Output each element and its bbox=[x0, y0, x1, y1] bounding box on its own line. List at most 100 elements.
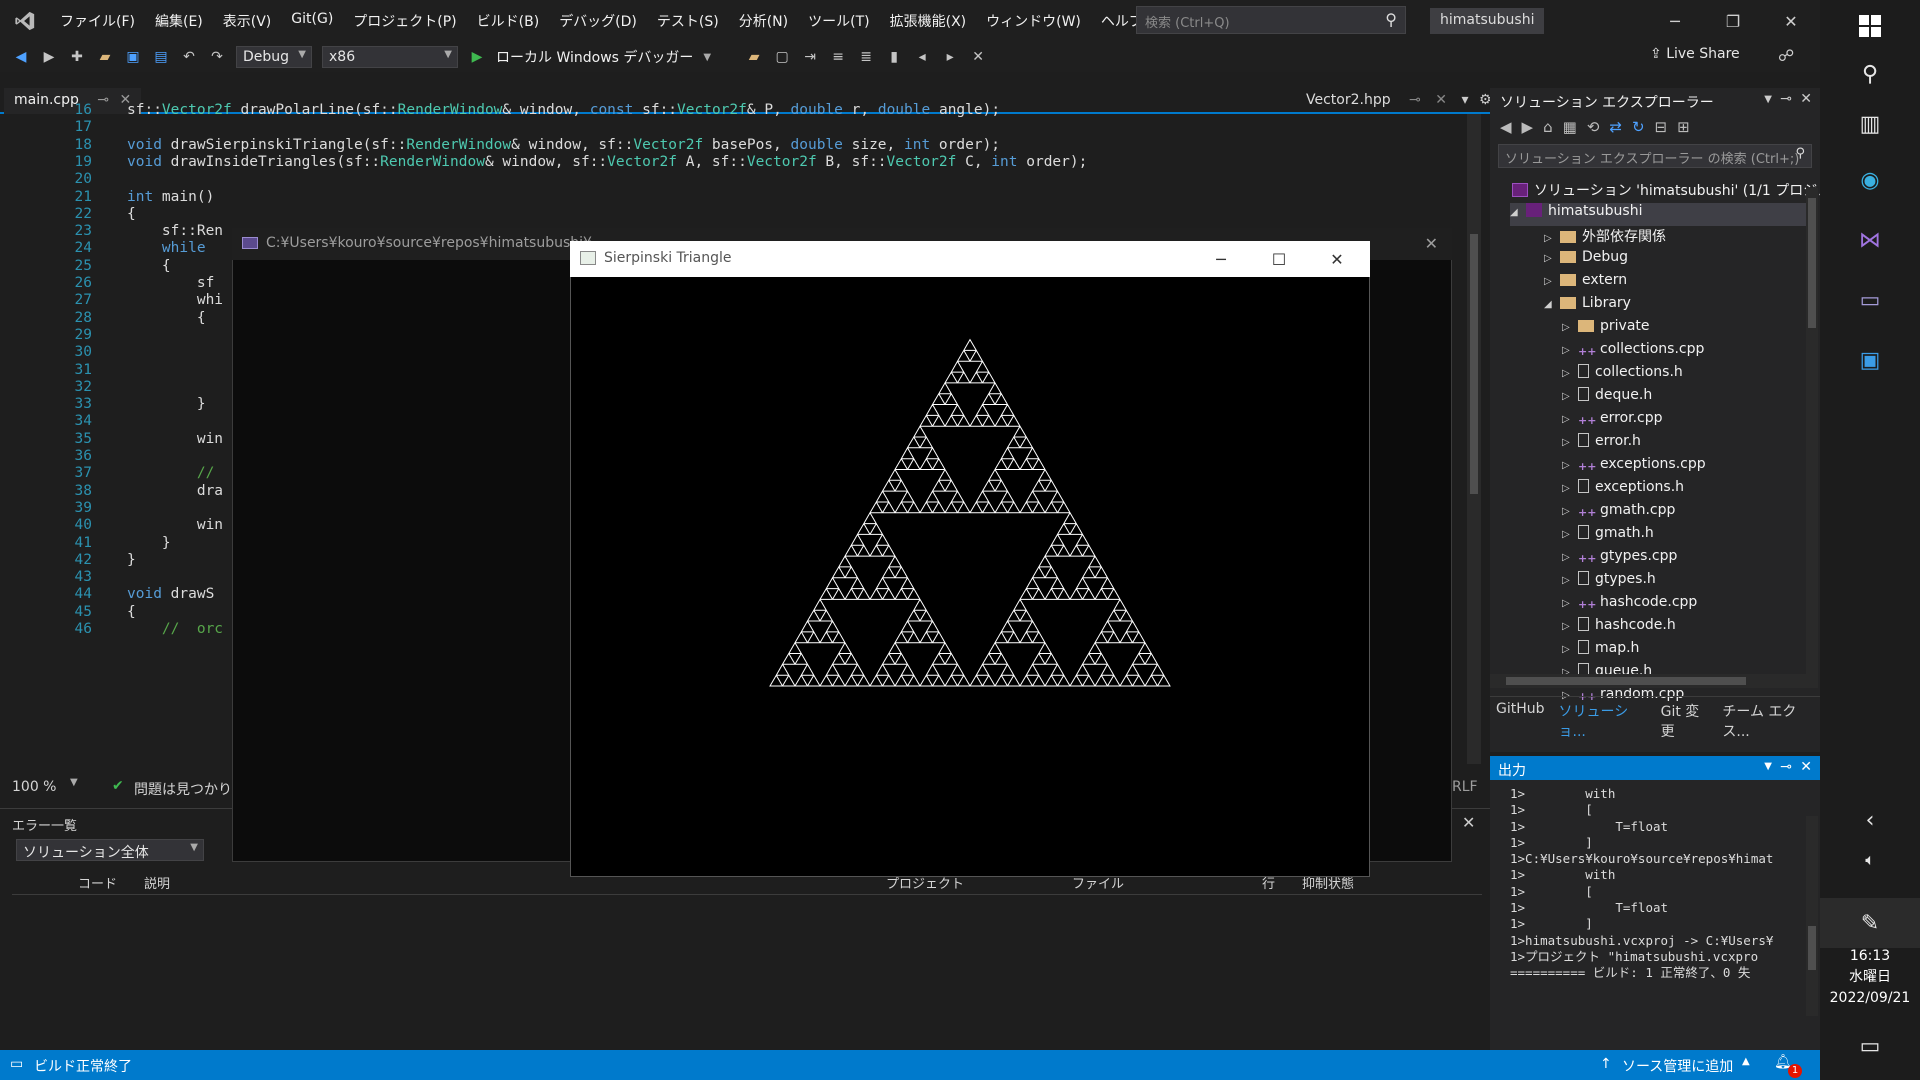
clock[interactable]: 16:13 水曜日 2022/09/21 bbox=[1820, 946, 1920, 1009]
menu-item[interactable]: ウィンドウ(W) bbox=[976, 11, 1091, 31]
menu-item[interactable]: Git(G) bbox=[281, 11, 343, 31]
visual-studio-icon[interactable]: ⋈ bbox=[1850, 220, 1890, 260]
task-view-icon[interactable]: ▥ bbox=[1850, 104, 1890, 144]
tab-git-changes[interactable]: Git 変更 bbox=[1661, 701, 1709, 740]
menu-item[interactable]: 拡張機能(X) bbox=[880, 11, 977, 31]
code-line[interactable]: { bbox=[127, 206, 136, 222]
search-box[interactable]: 検索 (Ctrl+Q) ⚲ bbox=[1136, 6, 1406, 34]
code-line[interactable]: sf::Ren bbox=[127, 223, 223, 239]
output-scrollbar[interactable] bbox=[1806, 816, 1818, 1016]
code-line[interactable]: { bbox=[127, 604, 136, 620]
collapsed-arrow-icon[interactable]: ▷ bbox=[1562, 644, 1578, 655]
tree-item[interactable]: ▷ collections.h bbox=[1562, 364, 1683, 387]
collapsed-arrow-icon[interactable]: ▷ bbox=[1562, 575, 1578, 586]
expanded-arrow-icon[interactable]: ◢ bbox=[1510, 207, 1526, 218]
code-line[interactable]: void drawSierpinskiTriangle(sf::RenderWi… bbox=[127, 137, 1000, 153]
chevron-down-icon[interactable]: ▼ bbox=[1764, 761, 1772, 772]
close-panel-icon[interactable]: ✕ bbox=[1462, 813, 1475, 832]
collapsed-arrow-icon[interactable]: ▷ bbox=[1562, 368, 1578, 379]
collapsed-arrow-icon[interactable]: ▷ bbox=[1562, 322, 1578, 333]
code-line[interactable]: sf bbox=[127, 275, 214, 291]
browse-folder-icon[interactable]: ▰ bbox=[745, 48, 763, 66]
menu-item[interactable]: ツール(T) bbox=[798, 11, 879, 31]
zoom-level[interactable]: 100 % bbox=[12, 779, 56, 795]
pin-icon[interactable]: ⊸ bbox=[1780, 759, 1792, 775]
save-icon[interactable]: ▣ bbox=[124, 48, 142, 66]
code-line[interactable]: // bbox=[127, 465, 214, 481]
platform-dropdown[interactable]: x86 ▼ bbox=[322, 46, 458, 68]
tab-github[interactable]: GitHub bbox=[1496, 701, 1545, 718]
feedback-icon[interactable]: ☍ bbox=[1778, 46, 1794, 65]
tree-scrollbar[interactable] bbox=[1806, 188, 1818, 688]
tree-hscrollbar[interactable] bbox=[1490, 674, 1806, 688]
start-debug-icon[interactable]: ▶ bbox=[468, 48, 486, 66]
tree-item[interactable]: ▷ extern bbox=[1544, 272, 1627, 295]
tab-solution[interactable]: ソリューショ... bbox=[1559, 701, 1647, 740]
output-text[interactable]: 1> with 1> [1> T=float 1> ] 1>C:¥Users¥kour… bbox=[1490, 780, 1820, 982]
forward-icon[interactable]: ▶ bbox=[40, 48, 58, 66]
prev-bookmark-icon[interactable]: ◂ bbox=[913, 48, 931, 66]
new-item-icon[interactable]: ✚ bbox=[68, 48, 86, 66]
tree-item[interactable]: ▷ Debug bbox=[1544, 249, 1628, 272]
source-control-button[interactable]: ソース管理に追加 bbox=[1622, 1056, 1733, 1076]
collapsed-arrow-icon[interactable]: ▷ bbox=[1562, 598, 1578, 609]
collapsed-arrow-icon[interactable]: ▷ bbox=[1562, 552, 1578, 563]
tree-item[interactable]: ▷ private bbox=[1562, 318, 1650, 341]
code-line[interactable]: int main() bbox=[127, 189, 214, 205]
tree-item[interactable]: ▷ map.h bbox=[1562, 640, 1639, 663]
code-line[interactable]: win bbox=[127, 431, 223, 447]
forward-icon[interactable]: ▶ bbox=[1522, 118, 1534, 140]
code-line[interactable]: } bbox=[127, 552, 136, 568]
menu-item[interactable]: 編集(E) bbox=[145, 11, 213, 31]
comment-icon[interactable]: ≡ bbox=[829, 48, 847, 66]
undo-icon[interactable]: ↶ bbox=[180, 48, 198, 66]
code-line[interactable]: } bbox=[127, 535, 171, 551]
close-icon[interactable]: ✕ bbox=[1800, 759, 1812, 775]
menu-item[interactable]: ファイル(F) bbox=[50, 11, 145, 31]
line-ending[interactable]: RLF bbox=[1452, 779, 1478, 795]
sync-icon[interactable]: ⇄ bbox=[1609, 118, 1622, 140]
collapsed-arrow-icon[interactable]: ▷ bbox=[1562, 483, 1578, 494]
code-line[interactable]: win bbox=[127, 517, 223, 533]
config-dropdown[interactable]: Debug ▼ bbox=[236, 46, 312, 68]
pen-icon[interactable]: ✎ bbox=[1820, 898, 1920, 948]
tree-item[interactable]: ▷ 外部依存関係 bbox=[1544, 226, 1666, 249]
code-line[interactable]: { bbox=[127, 310, 206, 326]
collapsed-arrow-icon[interactable]: ▷ bbox=[1562, 437, 1578, 448]
menu-item[interactable]: ビルド(B) bbox=[467, 11, 550, 31]
save-all-icon[interactable]: ▤ bbox=[152, 48, 170, 66]
pin-icon[interactable]: ⊸ bbox=[1780, 91, 1792, 107]
editor-scrollbar[interactable] bbox=[1467, 114, 1481, 764]
tree-item[interactable]: ▷ ++ error.cpp bbox=[1562, 410, 1663, 433]
back-icon[interactable]: ◀ bbox=[1500, 118, 1512, 140]
tree-item[interactable]: ▷ deque.h bbox=[1562, 387, 1652, 410]
menu-item[interactable]: テスト(S) bbox=[647, 11, 729, 31]
expanded-arrow-icon[interactable]: ◢ bbox=[1544, 299, 1560, 310]
collapsed-arrow-icon[interactable]: ▷ bbox=[1544, 276, 1560, 287]
zoom-dropdown-icon[interactable]: ▼ bbox=[70, 777, 78, 788]
app-window-icon[interactable]: ▢ bbox=[773, 48, 791, 66]
code-line[interactable]: { bbox=[127, 258, 171, 274]
collapsed-arrow-icon[interactable]: ▷ bbox=[1544, 253, 1560, 264]
collapsed-arrow-icon[interactable]: ▷ bbox=[1562, 506, 1578, 517]
minimize-icon[interactable]: ─ bbox=[1192, 241, 1250, 277]
live-share-button[interactable]: ⇪ Live Share bbox=[1650, 46, 1740, 62]
tree-item[interactable]: ▷ gtypes.h bbox=[1562, 571, 1656, 594]
tree-item[interactable]: ▷ ++ gmath.cpp bbox=[1562, 502, 1675, 525]
tree-item[interactable]: ▷ exceptions.h bbox=[1562, 479, 1684, 502]
tree-item[interactable]: ▷ ++ exceptions.cpp bbox=[1562, 456, 1706, 479]
visual-studio-logo-icon[interactable] bbox=[0, 0, 50, 42]
step-icon[interactable]: ⇥ bbox=[801, 48, 819, 66]
terminal-icon[interactable]: ▭ bbox=[1850, 280, 1890, 320]
next-bookmark-icon[interactable]: ▸ bbox=[941, 48, 959, 66]
tab-list-icon[interactable]: ▾ bbox=[1461, 92, 1468, 108]
speaker-icon[interactable]: 🔈︎ bbox=[1850, 840, 1890, 880]
collapsed-arrow-icon[interactable]: ▷ bbox=[1562, 621, 1578, 632]
column-code[interactable]: コード bbox=[78, 873, 117, 892]
tree-item[interactable]: ▷ ++ hashcode.cpp bbox=[1562, 594, 1697, 617]
collapsed-arrow-icon[interactable]: ▷ bbox=[1562, 529, 1578, 540]
collapsed-arrow-icon[interactable]: ▷ bbox=[1544, 233, 1560, 244]
show-all-files-icon[interactable]: ⊞ bbox=[1677, 118, 1690, 140]
column-description[interactable]: 説明 bbox=[144, 873, 170, 892]
chevron-down-icon[interactable]: ▼ bbox=[703, 52, 711, 63]
